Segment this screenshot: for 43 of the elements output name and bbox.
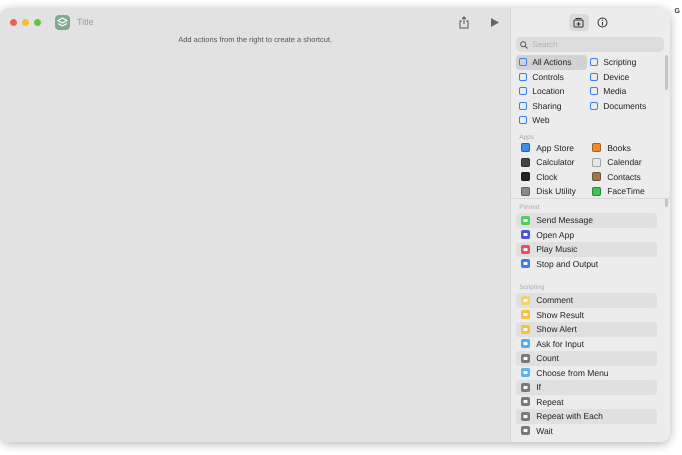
- action-item[interactable]: Show Result: [516, 308, 657, 322]
- action-item[interactable]: Repeat: [516, 394, 657, 409]
- app-item[interactable]: FaceTime: [587, 184, 660, 198]
- info-icon: [597, 16, 608, 28]
- action-item[interactable]: Count: [516, 351, 657, 366]
- action-item[interactable]: Wait: [516, 424, 657, 438]
- app-item[interactable]: Calculator: [516, 155, 588, 170]
- action-item[interactable]: Choose from Menu: [516, 366, 657, 380]
- close-button[interactable]: [10, 18, 17, 26]
- share-icon[interactable]: [459, 16, 470, 28]
- category-item[interactable]: Sharing: [516, 98, 588, 113]
- app-item[interactable]: Contacts: [587, 170, 660, 184]
- app-item[interactable]: Calendar: [587, 155, 660, 170]
- app-item[interactable]: Books: [587, 140, 660, 155]
- play-icon[interactable]: [491, 18, 500, 26]
- category-item[interactable]: Web: [516, 113, 588, 128]
- app-item[interactable]: Disk Utility: [516, 184, 588, 198]
- category-item[interactable]: All Actions: [516, 55, 588, 70]
- action-item[interactable]: Send Message: [516, 213, 657, 228]
- library-tab[interactable]: [568, 14, 589, 30]
- category-item[interactable]: Scripting: [587, 55, 660, 70]
- app-item[interactable]: App Store: [516, 140, 588, 155]
- category-item[interactable]: Documents: [587, 98, 660, 113]
- scrollbar[interactable]: [665, 55, 668, 90]
- app-item[interactable]: Clock: [516, 170, 588, 184]
- action-item[interactable]: Open App: [516, 228, 657, 242]
- window-title: Title: [77, 17, 94, 27]
- minimize-button[interactable]: [22, 18, 29, 26]
- action-item[interactable]: Repeat with Each: [516, 409, 657, 424]
- action-item[interactable]: Play Music: [516, 242, 657, 256]
- zoom-button[interactable]: [34, 18, 41, 26]
- category-item[interactable]: Device: [587, 70, 660, 84]
- action-item[interactable]: Stop and Output: [516, 256, 657, 271]
- action-item[interactable]: If: [516, 380, 657, 394]
- library-icon: [573, 16, 584, 28]
- shortcut-icon: [55, 14, 70, 30]
- category-item[interactable]: Media: [587, 84, 660, 98]
- action-item[interactable]: Comment: [516, 293, 657, 308]
- action-item[interactable]: Show Alert: [516, 322, 657, 336]
- category-item[interactable]: Location: [516, 84, 588, 98]
- category-item[interactable]: Controls: [516, 70, 588, 84]
- scrollbar[interactable]: [665, 199, 668, 207]
- action-item[interactable]: Ask for Input: [516, 336, 657, 351]
